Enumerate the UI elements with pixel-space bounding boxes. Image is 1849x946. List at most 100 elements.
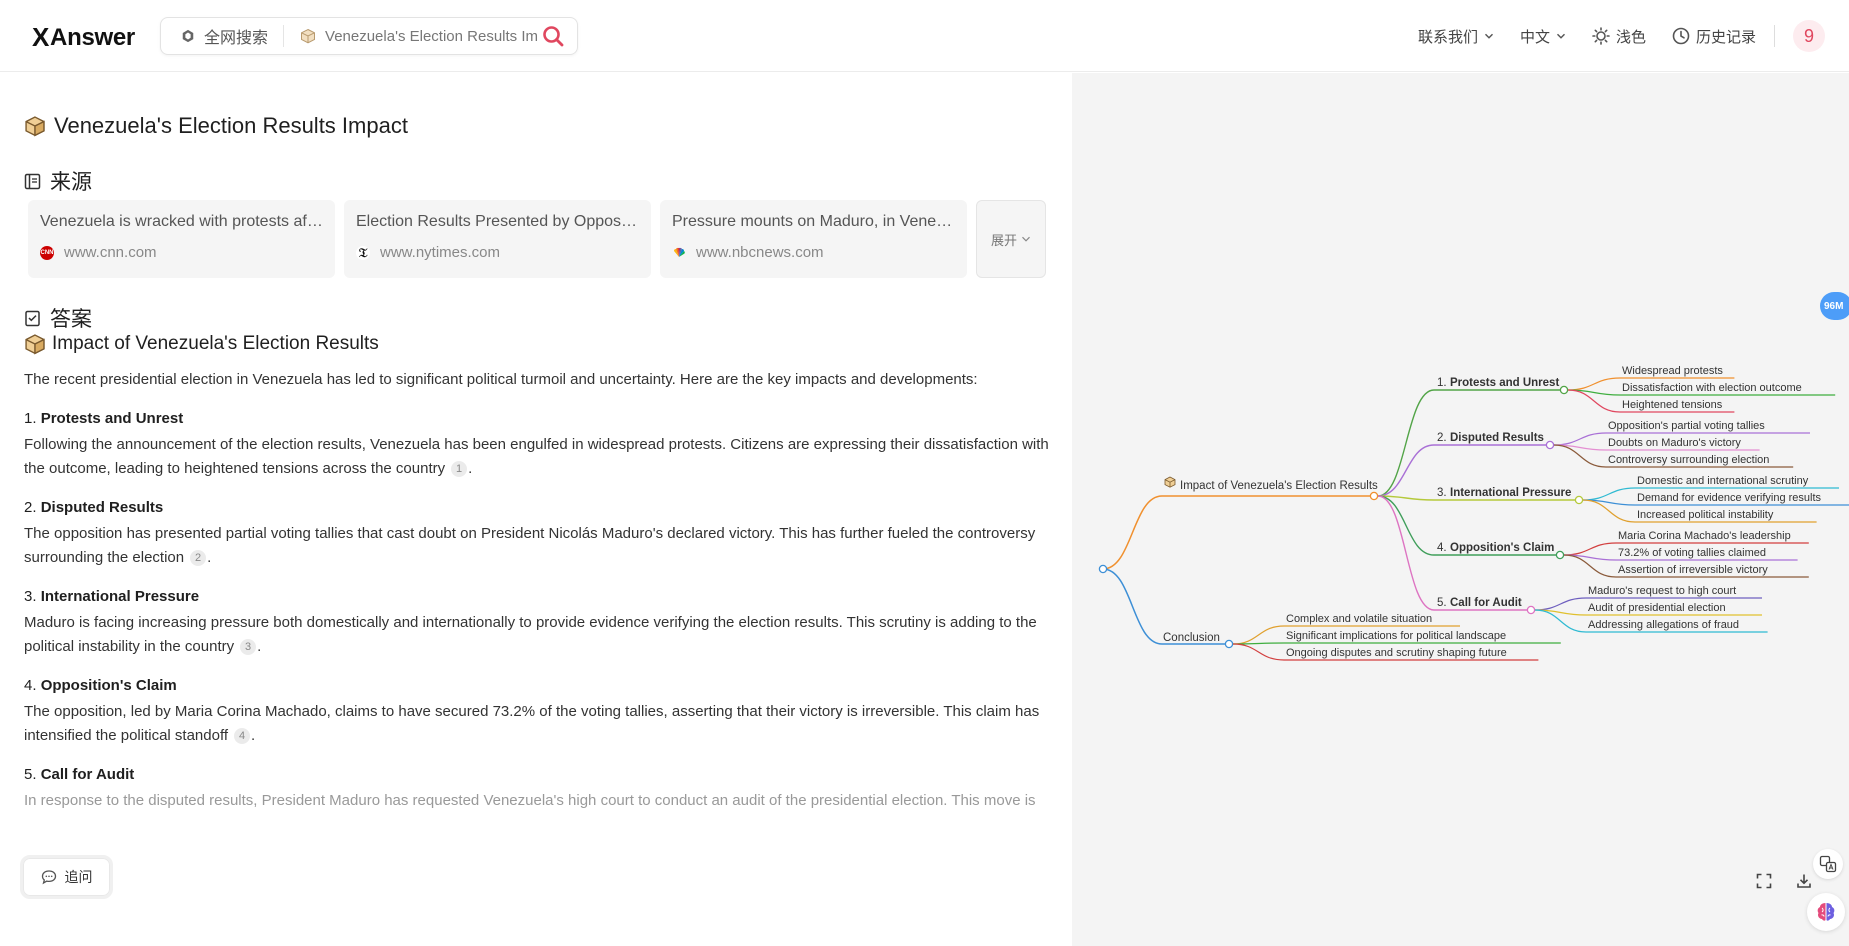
mind-map-leaf: Maduro's request to high court bbox=[1588, 585, 1736, 597]
theme-toggle[interactable]: 浅色 bbox=[1592, 26, 1646, 47]
box-icon bbox=[301, 28, 316, 44]
mind-map-canvas[interactable]: Impact of Venezuela's Election Results 1.… bbox=[1072, 73, 1849, 946]
download-icon bbox=[1797, 874, 1811, 888]
branch-knot bbox=[1545, 440, 1555, 450]
branch-title: Call for Audit bbox=[1450, 597, 1522, 609]
source-site: www.nbcnews.com bbox=[696, 244, 824, 261]
book-icon bbox=[24, 173, 41, 189]
citation-badge[interactable]: 1 bbox=[451, 461, 468, 477]
search-input[interactable] bbox=[325, 27, 540, 45]
answer-heading-text: 答案 bbox=[50, 308, 92, 331]
chevron-down-icon bbox=[1556, 33, 1565, 39]
leaf-link bbox=[1553, 432, 1607, 446]
mind-map-leaf: Domestic and international scrutiny bbox=[1637, 475, 1809, 487]
fullscreen-button[interactable] bbox=[1752, 869, 1776, 893]
search-icon[interactable] bbox=[541, 24, 565, 48]
sources-heading-text: 来源 bbox=[50, 171, 92, 194]
language-menu[interactable]: 中文 bbox=[1520, 26, 1566, 47]
source-title: Election Results Presented by Opposition bbox=[356, 213, 639, 230]
item-number: 3. bbox=[24, 588, 37, 605]
checklist-icon bbox=[25, 310, 40, 326]
memory-badge[interactable]: 96M bbox=[1820, 292, 1849, 320]
item-text: The opposition, led by Maria Corina Mach… bbox=[24, 703, 1040, 744]
follow-up-label: 追问 bbox=[64, 869, 93, 885]
sources-list: Venezuela is wracked with protests after… bbox=[28, 200, 1046, 278]
search-scope-label: 全网搜索 bbox=[204, 30, 269, 47]
citation-badge[interactable]: 4 bbox=[234, 728, 251, 744]
item-text: Maduro is facing increasing pressure bot… bbox=[24, 614, 1037, 655]
mind-map-leaf: Doubts on Maduro's victory bbox=[1608, 437, 1741, 449]
source-site: www.nytimes.com bbox=[380, 244, 501, 261]
answer-item-heading: 3. International Pressure bbox=[24, 588, 1054, 605]
answer-body: Impact of Venezuela's Election Results T… bbox=[24, 333, 1054, 813]
brain-icon bbox=[1817, 903, 1835, 921]
chat-bubble-icon bbox=[41, 870, 56, 885]
item-title: Protests and Unrest bbox=[40, 410, 184, 427]
citation-badge[interactable]: 3 bbox=[240, 639, 257, 655]
root-link bbox=[1102, 495, 1163, 570]
fullscreen-icon bbox=[1756, 873, 1772, 889]
chevron-down-icon bbox=[1022, 236, 1030, 242]
branch-number: 2. bbox=[1437, 432, 1447, 444]
page-title-text: Venezuela's Election Results Impact bbox=[54, 113, 408, 138]
mind-map-root-label: Impact of Venezuela's Election Results bbox=[1180, 480, 1378, 492]
leaf-link bbox=[1582, 499, 1636, 523]
contact-menu[interactable]: 联系我们 bbox=[1418, 26, 1494, 47]
item-number: 1. bbox=[24, 410, 37, 427]
branch-number: 5. bbox=[1437, 597, 1447, 609]
leaf-link bbox=[1567, 377, 1621, 391]
answer-item-text: Following the announcement of the electi… bbox=[24, 436, 1049, 477]
box-icon bbox=[1164, 476, 1176, 488]
item-title: Opposition's Claim bbox=[40, 677, 177, 694]
citation-badge[interactable]: 2 bbox=[190, 550, 207, 566]
language-label: 中文 bbox=[1519, 28, 1550, 46]
leaf-link bbox=[1563, 554, 1617, 578]
answer-heading: 答案 bbox=[24, 303, 92, 333]
nbc-peacock-icon bbox=[674, 247, 685, 257]
box-icon bbox=[25, 116, 45, 137]
conclusion-knot bbox=[1224, 639, 1234, 649]
answer-item-text: The opposition, led by Maria Corina Mach… bbox=[24, 703, 1040, 744]
avatar[interactable]: 9 bbox=[1793, 20, 1825, 52]
cnn-favicon-icon: CNN bbox=[40, 245, 54, 260]
expand-sources-button[interactable]: 展开 bbox=[976, 200, 1046, 278]
translate-button[interactable] bbox=[1813, 849, 1843, 879]
mind-map-leaf: Heightened tensions bbox=[1622, 399, 1723, 411]
leaf-link bbox=[1232, 643, 1285, 661]
search-box: 全网搜索 bbox=[160, 17, 578, 55]
ai-brain-button[interactable] bbox=[1807, 893, 1845, 931]
branch-knot bbox=[1559, 385, 1569, 395]
branch-title: International Pressure bbox=[1450, 487, 1571, 499]
branch-knot bbox=[1574, 495, 1584, 505]
leaf-link bbox=[1582, 487, 1636, 501]
mind-map-leaf: Controversy surrounding election bbox=[1608, 454, 1769, 466]
answer-item-heading: 2. Disputed Results bbox=[24, 499, 1054, 516]
page-title: Venezuela's Election Results Impact bbox=[24, 113, 408, 139]
root-branch-knot bbox=[1369, 491, 1379, 501]
download-button[interactable] bbox=[1792, 869, 1816, 893]
source-card[interactable]: Election Results Presented by Opposition… bbox=[344, 200, 651, 278]
history-button[interactable]: 历史记录 bbox=[1672, 26, 1756, 47]
mind-map-leaf: Dissatisfaction with election outcome bbox=[1622, 382, 1802, 394]
branch-title: Protests and Unrest bbox=[1450, 377, 1559, 389]
item-text: Following the announcement of the electi… bbox=[24, 436, 1049, 477]
leaf-link bbox=[1567, 389, 1621, 413]
source-card[interactable]: Pressure mounts on Maduro, in Venezuela … bbox=[660, 200, 967, 278]
leaf-link bbox=[1232, 625, 1285, 645]
mind-map-leaf: Maria Corina Machado's leadership bbox=[1618, 530, 1791, 542]
answer-title: Impact of Venezuela's Election Results bbox=[24, 333, 1054, 355]
app-logo[interactable]: X Answer bbox=[32, 22, 135, 53]
search-scope-selector[interactable]: 全网搜索 bbox=[161, 25, 285, 47]
leaf-link bbox=[1534, 609, 1587, 633]
answer-item-text: Maduro is facing increasing pressure bot… bbox=[24, 614, 1037, 655]
source-title: Pressure mounts on Maduro, in Venezuela bbox=[672, 213, 955, 230]
chevron-down-icon bbox=[1484, 33, 1493, 39]
branch-knot bbox=[1555, 550, 1565, 560]
translate-icon bbox=[1819, 855, 1837, 873]
answer-item-heading: 1. Protests and Unrest bbox=[24, 410, 1054, 427]
source-card[interactable]: Venezuela is wracked with protests after… bbox=[28, 200, 335, 278]
box-icon bbox=[25, 334, 45, 355]
follow-up-button[interactable]: 追问 bbox=[20, 855, 113, 899]
mind-map-leaf: Addressing allegations of fraud bbox=[1588, 619, 1739, 631]
answer-item-text: In response to the disputed results, Pre… bbox=[24, 792, 1036, 809]
